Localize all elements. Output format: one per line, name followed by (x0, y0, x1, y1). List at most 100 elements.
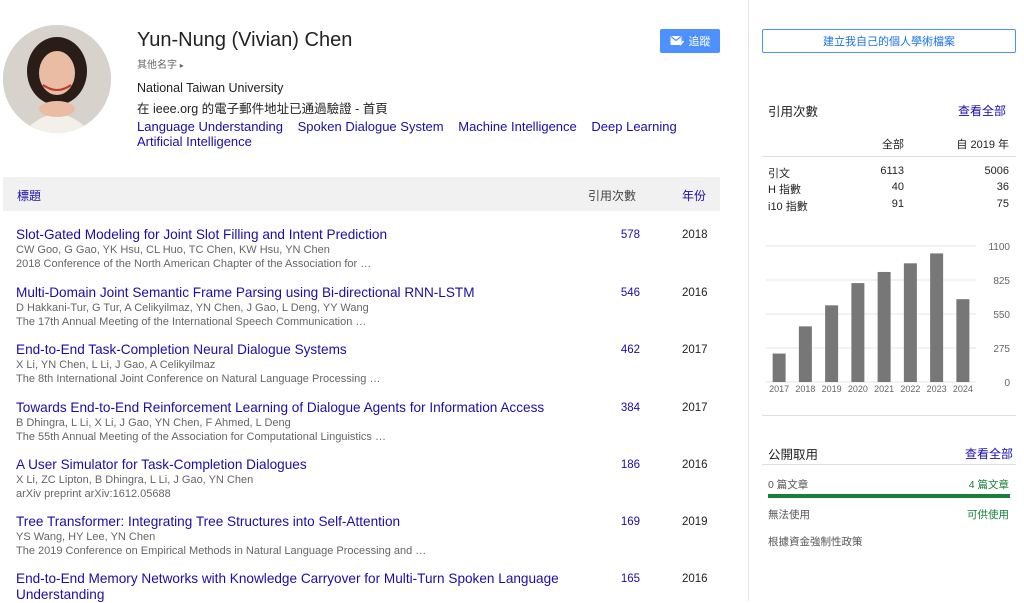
column-divider (748, 0, 749, 601)
other-names-link[interactable]: 其他名字 ▸ (137, 56, 184, 71)
table-row: Towards End-to-End Reinforcement Learnin… (16, 400, 720, 444)
article-venue: The 17th Annual Meeting of the Internati… (16, 316, 367, 328)
x-tick-label: 2018 (795, 384, 815, 394)
interest-link[interactable]: Artificial Intelligence (137, 134, 252, 149)
interest-link[interactable]: Deep Learning (591, 119, 676, 134)
article-venue: The 8th International Joint Conference o… (16, 373, 381, 385)
cited-count-link[interactable]: 384 (614, 402, 640, 414)
article-title-link[interactable]: Tree Transformer: Integrating Tree Struc… (16, 514, 576, 530)
public-access-heading: 公開取用 (768, 448, 819, 462)
table-row: Multi-Domain Joint Semantic Frame Parsin… (16, 285, 720, 329)
y-tick-label: 1100 (988, 242, 1010, 253)
article-year: 2018 (682, 229, 708, 241)
table-row: End-to-End Memory Networks with Knowledg… (16, 571, 720, 603)
caret-right-icon: ▸ (179, 61, 184, 70)
homepage-link[interactable]: 首頁 (363, 102, 388, 116)
y-tick-label: 825 (993, 276, 1010, 287)
interest-link[interactable]: Spoken Dialogue System (298, 119, 444, 134)
citation-bar-2021[interactable] (877, 271, 891, 382)
public-access-progress-bar (768, 494, 1010, 498)
interest-link[interactable]: Machine Intelligence (458, 119, 577, 134)
table-row: Slot-Gated Modeling for Joint Slot Filli… (16, 227, 720, 271)
public-access-divider (762, 464, 1016, 465)
table-row: A User Simulator for Task-Completion Dia… (16, 457, 720, 501)
cited-by-heading: 引用次數 (768, 105, 819, 119)
public-access-view-all-link[interactable]: 查看全部 (965, 445, 1013, 462)
stat-all: 91 (891, 198, 904, 210)
interest-link[interactable]: Language Understanding (137, 119, 283, 134)
stat-all: 40 (891, 181, 904, 193)
y-tick-label: 0 (1004, 378, 1010, 389)
profile-photo (3, 25, 111, 133)
create-profile-button[interactable]: 建立我自己的個人學術檔案 (762, 29, 1016, 53)
article-venue: 2018 Conference of the North American Ch… (16, 258, 372, 270)
article-year: 2019 (682, 516, 708, 528)
x-tick-label: 2020 (848, 384, 868, 394)
research-interests: Language Understanding Spoken Dialogue S… (137, 119, 697, 149)
available-label: 可供使用 (967, 509, 1009, 521)
not-available-label: 無法使用 (768, 509, 810, 521)
citation-bar-2019[interactable] (825, 305, 839, 382)
stat-label: 引文 (768, 168, 790, 180)
citation-bar-2018[interactable] (798, 326, 812, 382)
y-tick-label: 550 (993, 310, 1010, 321)
y-tick-label: 275 (993, 344, 1010, 355)
article-authors: D Hakkani-Tur, G Tur, A Celikyilmaz, YN … (16, 302, 369, 314)
cited-count-link[interactable]: 578 (614, 229, 640, 241)
article-year: 2016 (682, 459, 708, 471)
article-year: 2016 (682, 287, 708, 299)
cited-count-link[interactable]: 165 (614, 573, 640, 585)
stats-divider (762, 156, 1016, 157)
article-title-link[interactable]: Slot-Gated Modeling for Joint Slot Filli… (16, 227, 576, 243)
table-row: End-to-End Task-Completion Neural Dialog… (16, 342, 720, 386)
stat-label: i10 指數 (768, 201, 808, 213)
article-venue: The 55th Annual Meeting of the Associati… (16, 431, 386, 443)
cited-count-link[interactable]: 546 (614, 287, 640, 299)
profile-photo-image (3, 25, 111, 133)
article-authors: X Li, YN Chen, L Li, J Gao, A Celikyilma… (16, 359, 216, 371)
col-all-header: 全部 (882, 139, 904, 151)
funding-mandates-link[interactable]: 根據資金強制性政策 (768, 534, 863, 549)
cited-by-view-all-link[interactable]: 查看全部 (958, 102, 1006, 119)
article-title-link[interactable]: Multi-Domain Joint Semantic Frame Parsin… (16, 285, 576, 301)
x-tick-label: 2024 (953, 384, 973, 394)
x-tick-label: 2022 (900, 384, 920, 394)
article-authors: CW Goo, G Gao, YK Hsu, CL Huo, TC Chen, … (16, 244, 330, 256)
envelope-check-icon (670, 36, 684, 46)
article-year: 2016 (682, 573, 708, 585)
article-authors: X Li, ZC Lipton, B Dhingra, L Li, J Gao,… (16, 474, 254, 486)
affiliation: National Taiwan University (137, 81, 284, 95)
citation-bar-2024[interactable] (956, 299, 970, 382)
col-since-header[interactable]: 自 2019 年 (930, 136, 1009, 152)
other-names-label: 其他名字 (137, 60, 177, 71)
follow-button[interactable]: 追蹤 (660, 29, 720, 53)
cited-by-header[interactable]: 引用次數 (588, 187, 636, 204)
x-tick-label: 2021 (874, 384, 894, 394)
cited-count-link[interactable]: 169 (614, 516, 640, 528)
not-available-count: 0 篇文章 (768, 479, 809, 491)
article-title-link[interactable]: End-to-End Memory Networks with Knowledg… (16, 571, 576, 603)
citation-bar-2022[interactable] (903, 263, 917, 382)
stat-since: 5006 (984, 165, 1009, 177)
article-title-link[interactable]: A User Simulator for Task-Completion Dia… (16, 457, 576, 473)
verified-email-line: 在 ieee.org 的電子郵件地址已通過驗證 - 首頁 (137, 98, 388, 117)
sort-by-year-header[interactable]: 年份 (682, 187, 706, 204)
article-venue: The 2019 Conference on Empirical Methods… (16, 545, 427, 557)
stat-since: 75 (996, 198, 1009, 210)
cited-count-link[interactable]: 186 (614, 459, 640, 471)
articles-table-header: 標題 引用次數 年份 (3, 177, 720, 211)
sort-by-title-header[interactable]: 標題 (17, 187, 41, 204)
citation-bar-2020[interactable] (851, 283, 865, 382)
x-tick-label: 2019 (822, 384, 842, 394)
section-divider (762, 415, 1016, 416)
citation-bar-2017[interactable] (772, 353, 786, 382)
follow-label: 追蹤 (688, 36, 711, 48)
article-title-link[interactable]: Towards End-to-End Reinforcement Learnin… (16, 400, 576, 416)
citation-bar-2023[interactable] (930, 253, 944, 382)
verified-email-text: 在 ieee.org 的電子郵件地址已通過驗證 - (137, 102, 363, 116)
available-count: 4 篇文章 (968, 479, 1009, 491)
article-year: 2017 (682, 402, 708, 414)
article-year: 2017 (682, 344, 708, 356)
article-title-link[interactable]: End-to-End Task-Completion Neural Dialog… (16, 342, 576, 358)
cited-count-link[interactable]: 462 (614, 344, 640, 356)
